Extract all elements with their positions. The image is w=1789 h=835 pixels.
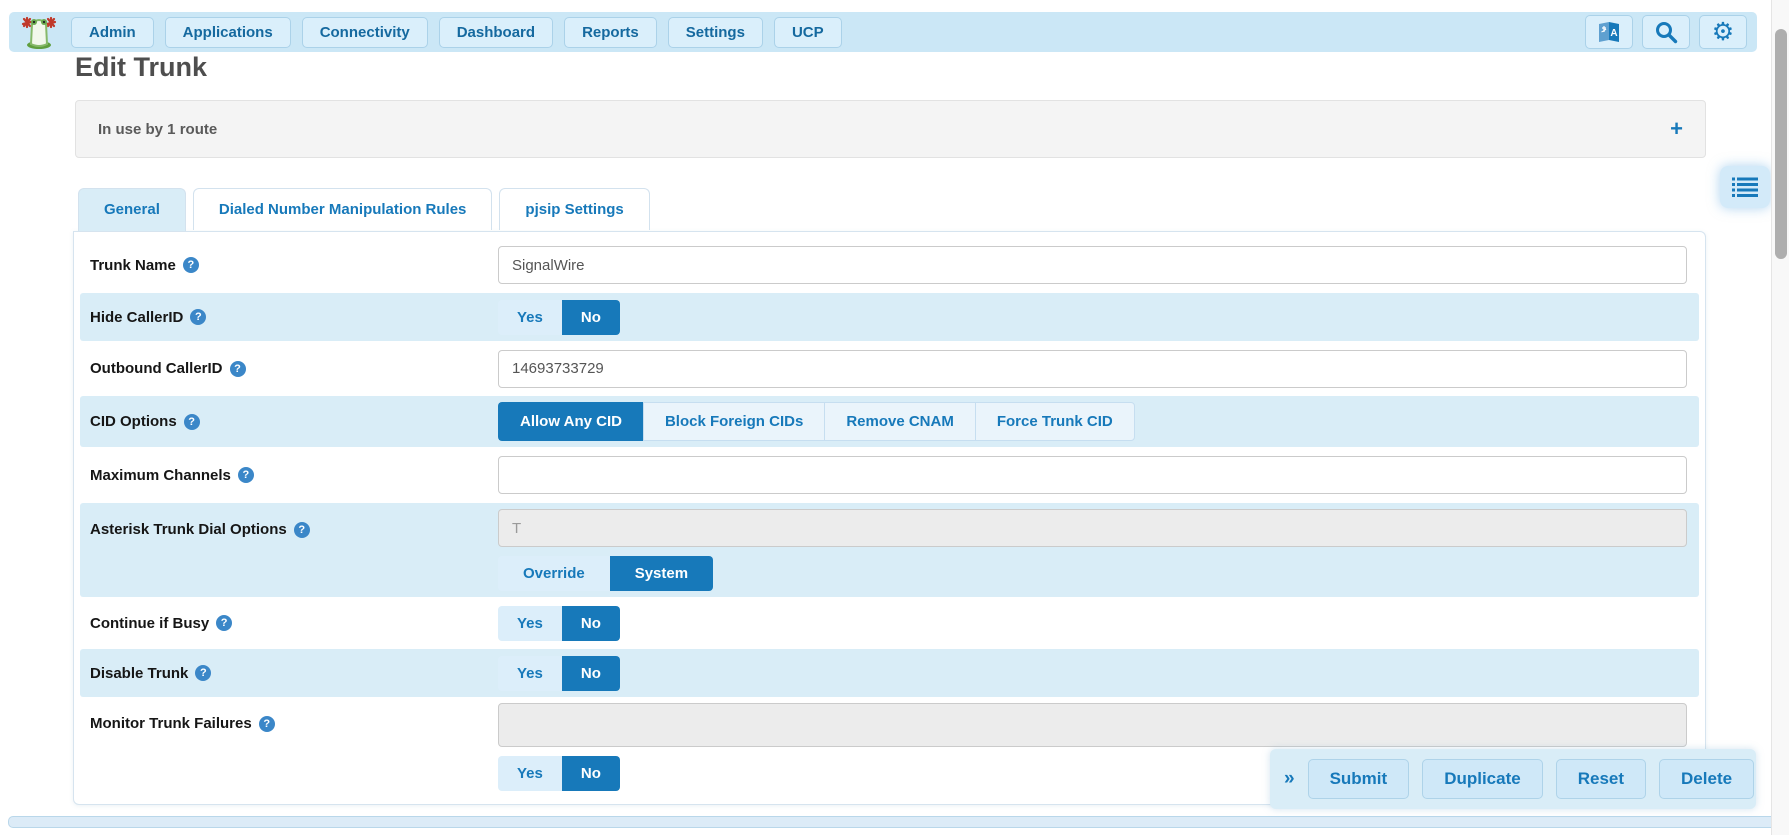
help-icon[interactable]: ? [184,414,200,430]
language-icon-letter: A [1610,28,1617,39]
hide-callerid-no-button[interactable]: No [562,300,620,335]
tab-general[interactable]: General [78,188,186,231]
search-button[interactable] [1642,15,1690,49]
help-icon[interactable]: ? [195,665,211,681]
duplicate-button[interactable]: Duplicate [1422,759,1543,799]
row-outbound-callerid: Outbound CallerID ? [80,341,1699,396]
label-text: Hide CallerID [90,309,183,326]
disable-trunk-toggle: Yes No [498,656,620,691]
row-asterisk-dial-options: Asterisk Trunk Dial Options ? Override S… [80,503,1699,597]
disable-trunk-yes-button[interactable]: Yes [498,656,562,691]
tab-dialed-number-manipulation-rules[interactable]: Dialed Number Manipulation Rules [193,188,493,230]
expand-plus-icon[interactable]: + [1670,118,1683,140]
hide-callerid-yes-button[interactable]: Yes [498,300,562,335]
nav-item-applications[interactable]: Applications [165,17,291,48]
help-icon[interactable]: ? [216,615,232,631]
hide-callerid-label: Hide CallerID ? [90,309,498,326]
usage-panel: In use by 1 route + [75,100,1706,158]
search-icon [1654,20,1678,44]
cid-allow-any-cid-button[interactable]: Allow Any CID [498,402,643,441]
maximum-channels-label: Maximum Channels ? [90,467,498,484]
asterisk-dial-options-input[interactable] [498,509,1687,547]
cid-options-group: Allow Any CID Block Foreign CIDs Remove … [498,402,1135,441]
row-trunk-name: Trunk Name ? [80,237,1699,293]
cid-options-label: CID Options ? [90,413,498,430]
monitor-failures-yes-button[interactable]: Yes [498,756,562,791]
hide-callerid-toggle: Yes No [498,300,620,335]
cid-block-foreign-cids-button[interactable]: Block Foreign CIDs [643,402,824,441]
language-icon: A [1596,20,1622,44]
dial-options-override-button[interactable]: Override [498,556,610,591]
frog-icon [20,14,58,50]
help-icon[interactable]: ? [190,309,206,325]
outbound-callerid-input[interactable] [498,350,1687,388]
monitor-trunk-failures-label: Monitor Trunk Failures ? [90,703,498,732]
sidebar-toggle-button[interactable] [1720,166,1770,208]
cid-force-trunk-cid-button[interactable]: Force Trunk CID [975,402,1135,441]
nav-item-connectivity[interactable]: Connectivity [302,17,428,48]
continue-if-busy-toggle: Yes No [498,606,620,641]
asterisk-dial-options-label: Asterisk Trunk Dial Options ? [90,509,498,538]
help-icon[interactable]: ? [238,467,254,483]
trunk-name-input[interactable] [498,246,1687,284]
horizontal-scrollbar[interactable] [8,816,1778,828]
language-button[interactable]: A [1585,15,1633,49]
label-text: Monitor Trunk Failures [90,715,252,732]
dial-options-system-button[interactable]: System [610,556,713,591]
gear-icon: ⚙ [1712,20,1734,45]
help-icon[interactable]: ? [230,361,246,377]
monitor-trunk-failures-input[interactable] [498,703,1687,747]
disable-trunk-label: Disable Trunk ? [90,665,498,682]
help-icon[interactable]: ? [294,522,310,538]
freepbx-frog-logo[interactable] [19,13,59,51]
row-continue-if-busy: Continue if Busy ? Yes No [80,597,1699,649]
row-hide-callerid: Hide CallerID ? Yes No [80,293,1699,341]
navbar-icon-group: A ⚙ [1585,15,1747,49]
outbound-callerid-label: Outbound CallerID ? [90,360,498,377]
label-text: CID Options [90,413,177,430]
row-cid-options: CID Options ? Allow Any CID Block Foreig… [80,396,1699,447]
top-navbar: Admin Applications Connectivity Dashboar… [9,12,1757,52]
trunk-name-label: Trunk Name ? [90,257,498,274]
settings-gear-button[interactable]: ⚙ [1699,15,1747,49]
nav-item-ucp[interactable]: UCP [774,17,842,48]
reset-button[interactable]: Reset [1556,759,1646,799]
row-disable-trunk: Disable Trunk ? Yes No [80,649,1699,697]
help-icon[interactable]: ? [259,716,275,732]
monitor-trunk-failures-toggle: Yes No [498,756,620,791]
label-text: Maximum Channels [90,467,231,484]
continue-if-busy-label: Continue if Busy ? [90,615,498,632]
help-icon[interactable]: ? [183,257,199,273]
list-icon [1732,177,1758,198]
nav-item-dashboard[interactable]: Dashboard [439,17,553,48]
disable-trunk-no-button[interactable]: No [562,656,620,691]
delete-button[interactable]: Delete [1659,759,1754,799]
continue-if-busy-yes-button[interactable]: Yes [498,606,562,641]
dial-options-mode-toggle: Override System [498,556,713,591]
nav-item-admin[interactable]: Admin [71,17,154,48]
submit-button[interactable]: Submit [1308,759,1410,799]
tab-pjsip-settings[interactable]: pjsip Settings [499,188,649,230]
sticky-action-bar: » Submit Duplicate Reset Delete [1270,749,1756,809]
label-text: Trunk Name [90,257,176,274]
nav-item-reports[interactable]: Reports [564,17,657,48]
trunk-tabs: General Dialed Number Manipulation Rules… [78,188,657,230]
general-tab-panel: Trunk Name ? Hide CallerID ? Yes No Outb… [73,231,1706,805]
vertical-scrollbar-track [1771,0,1789,835]
nav-item-settings[interactable]: Settings [668,17,763,48]
vertical-scrollbar-thumb[interactable] [1775,29,1787,259]
continue-if-busy-no-button[interactable]: No [562,606,620,641]
usage-panel-text: In use by 1 route [98,121,217,138]
label-text: Continue if Busy [90,615,209,632]
label-text: Asterisk Trunk Dial Options [90,521,287,538]
label-text: Disable Trunk [90,665,188,682]
collapse-actions-chevron[interactable]: » [1284,768,1295,790]
freepbx-admin-screen: Admin Applications Connectivity Dashboar… [0,0,1789,835]
cid-remove-cnam-button[interactable]: Remove CNAM [824,402,975,441]
row-maximum-channels: Maximum Channels ? [80,447,1699,503]
monitor-failures-no-button[interactable]: No [562,756,620,791]
page-title: Edit Trunk [75,52,207,83]
label-text: Outbound CallerID [90,360,223,377]
maximum-channels-input[interactable] [498,456,1687,494]
